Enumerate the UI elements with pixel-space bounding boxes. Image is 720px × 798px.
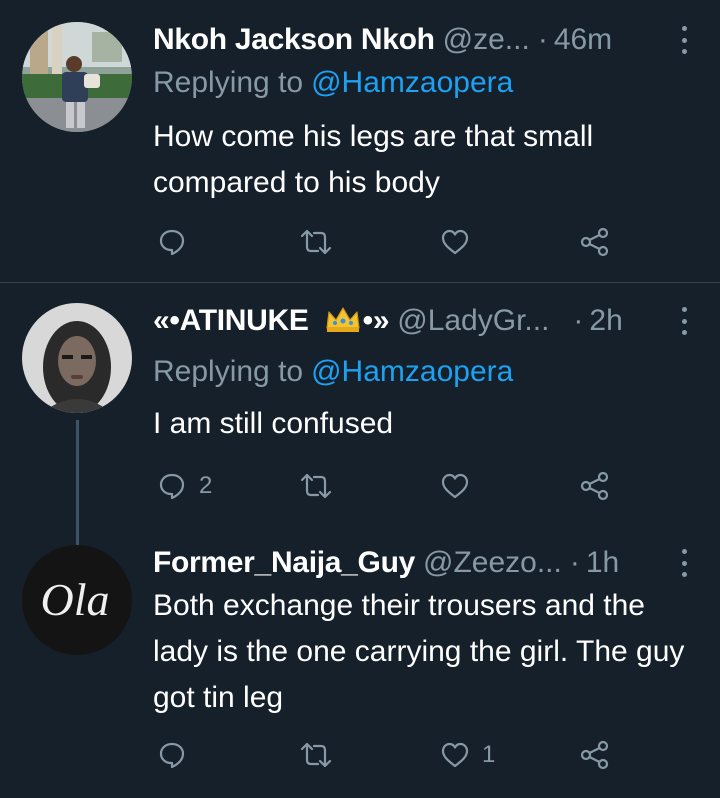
tweet-2[interactable]: «•ATINUKE •» @LadyGr... · 2h Replying to… — [0, 283, 720, 531]
avatar-text: Ola — [41, 574, 110, 625]
separator-dot: · — [573, 304, 584, 337]
action-bar: 1 — [0, 735, 720, 775]
timestamp[interactable]: 46m — [554, 23, 612, 57]
reply-button[interactable] — [157, 222, 199, 262]
retweet-button[interactable] — [298, 222, 334, 262]
reply-icon — [159, 473, 185, 500]
like-button[interactable] — [440, 466, 482, 506]
display-name-text: «•ATINUKE — [153, 304, 309, 337]
retweet-icon — [300, 742, 332, 768]
share-icon — [580, 740, 609, 770]
avatar[interactable]: Ola — [22, 545, 132, 655]
reply-icon — [159, 229, 185, 256]
handle[interactable]: @LadyGr... — [397, 304, 549, 338]
share-button[interactable] — [579, 466, 611, 506]
separator-dot: · — [569, 546, 580, 579]
tweet-text: How come his legs are that small compare… — [153, 120, 594, 199]
separator-dot: · — [537, 23, 548, 56]
retweet-button[interactable] — [298, 466, 334, 506]
more-icon[interactable] — [678, 26, 690, 54]
replies-feed: Nkoh Jackson Nkoh @ze... · 46m Replying … — [0, 0, 720, 798]
like-icon — [441, 473, 469, 499]
share-button[interactable] — [579, 735, 611, 775]
action-bar — [0, 222, 720, 262]
retweet-icon — [300, 473, 332, 499]
avatar[interactable] — [22, 303, 132, 413]
display-name[interactable]: Former_Naija_Guy — [153, 546, 415, 580]
tweet-header: «•ATINUKE •» @LadyGr... · 2h — [153, 301, 690, 341]
share-button[interactable] — [579, 222, 611, 262]
crown-emoji — [326, 307, 360, 332]
tweet-text: I am still confused — [153, 407, 394, 440]
like-icon — [441, 742, 469, 768]
mention-link[interactable]: @Hamzaopera — [311, 355, 513, 388]
tweet-text: Both exchange their trousers and the lad… — [153, 589, 685, 714]
avatar[interactable] — [22, 22, 132, 132]
like-count: 1 — [482, 741, 496, 768]
like-button[interactable] — [440, 222, 482, 262]
retweet-icon — [300, 229, 332, 255]
replying-to: Replying to @Hamzaopera — [153, 355, 513, 389]
like-icon — [441, 229, 469, 255]
reply-button[interactable] — [157, 735, 199, 775]
tweet-1[interactable]: Nkoh Jackson Nkoh @ze... · 46m Replying … — [0, 0, 720, 282]
timestamp[interactable]: 2h — [589, 304, 622, 338]
display-name[interactable]: «•ATINUKE •» — [153, 304, 390, 338]
reply-icon — [159, 742, 185, 769]
replying-to-label: Replying to — [153, 66, 304, 99]
tweet-3[interactable]: Ola Former_Naija_Guy @Zeezo... · 1h Both… — [0, 531, 720, 798]
handle[interactable]: @ze... — [443, 23, 530, 57]
replying-to: Replying to @Hamzaopera — [153, 66, 513, 100]
mention-link[interactable]: @Hamzaopera — [311, 66, 513, 99]
thread-connector — [76, 420, 79, 546]
reply-button[interactable]: 2 — [157, 466, 212, 506]
more-icon[interactable] — [678, 307, 690, 335]
retweet-button[interactable] — [298, 735, 334, 775]
display-name[interactable]: Nkoh Jackson Nkoh — [153, 23, 435, 57]
reply-count: 2 — [199, 472, 213, 499]
tweet-header: Former_Naija_Guy @Zeezo... · 1h — [153, 543, 690, 583]
share-icon — [580, 227, 609, 257]
action-bar: 2 — [0, 466, 720, 506]
handle[interactable]: @Zeezo... — [423, 546, 562, 580]
tweet-header: Nkoh Jackson Nkoh @ze... · 46m — [153, 20, 690, 60]
timestamp[interactable]: 1h — [586, 546, 619, 580]
share-icon — [580, 471, 609, 501]
more-icon[interactable] — [678, 549, 690, 577]
like-button[interactable]: 1 — [440, 735, 495, 775]
replying-to-label: Replying to — [153, 355, 304, 388]
display-name-suffix: •» — [362, 304, 390, 337]
